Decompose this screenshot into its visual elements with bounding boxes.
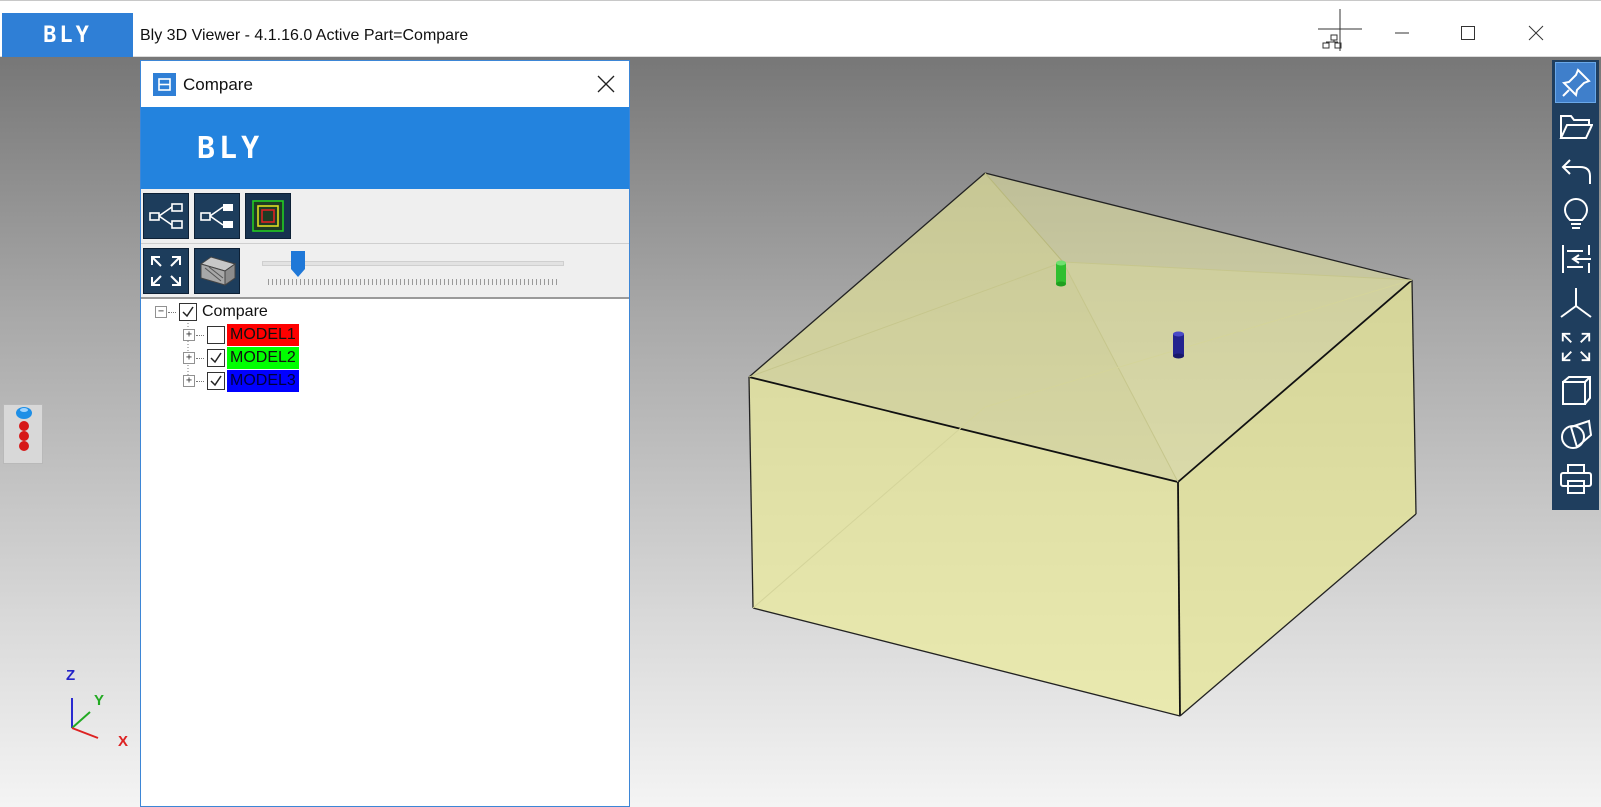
box-view-button[interactable] [1555,370,1596,411]
transparency-slider-thumb[interactable] [291,251,305,277]
tree-node-model1[interactable]: + MODEL1 [183,324,299,346]
model-tree: − Compare + MODEL1 + MODEL2 + MODEL3 [141,301,629,801]
section-box-icon [199,256,237,286]
title-bar: BLY Bly 3D Viewer - 4.1.16.0 Active Part… [0,0,1601,57]
collapse-icon[interactable]: − [155,306,167,318]
close-button[interactable] [1514,15,1558,51]
expand-icon[interactable]: + [183,329,195,341]
axis-z-label: Z [66,668,75,684]
layers-button[interactable] [245,193,291,239]
green-cylinder [1056,260,1066,287]
box-view-icon [1561,375,1591,405]
maximize-button[interactable] [1446,15,1490,51]
undo-icon [1561,158,1591,184]
tree-label-model3: MODEL3 [227,370,299,392]
fit-view-icon [151,256,181,286]
pin-icon [1561,67,1591,97]
tree-node-model2[interactable]: + MODEL2 [183,347,299,369]
checkbox-model3[interactable] [207,372,225,390]
open-file-button[interactable] [1555,106,1596,147]
expand-icon[interactable]: + [183,352,195,364]
axis-icon [1559,287,1592,318]
blue-cylinder [1173,331,1184,359]
pin-button[interactable] [1555,62,1596,103]
layers-icon [252,200,284,232]
print-button[interactable] [1555,458,1596,499]
right-toolbar [1552,60,1599,510]
fit-view-icon [1561,332,1590,361]
axis-x-label: X [118,733,128,750]
folder-open-icon [1558,114,1593,139]
compare-panel: Compare BLY − Compare + MODEL1 + MODEL2 … [140,60,630,807]
panel-close-button[interactable] [591,69,621,99]
checkbox-model2[interactable] [207,349,225,367]
compare-panel-title: Compare [183,75,253,94]
fit-all-button[interactable] [1555,326,1596,367]
app-logo: BLY [2,13,133,57]
panel-banner: BLY [141,107,629,189]
shape-icon [1560,419,1592,449]
tree-node-model3[interactable]: + MODEL3 [183,370,299,392]
align-button[interactable] [1555,238,1596,279]
panel-app-icon [153,73,176,96]
panel-banner-logo: BLY [197,130,264,166]
section-box-button[interactable] [194,248,240,294]
network-tree-icon[interactable] [1318,9,1362,51]
light-button[interactable] [1555,194,1596,235]
tree-label-compare: Compare [202,303,268,320]
tree-collapse-button[interactable] [194,193,240,239]
compare-panel-header: Compare [141,61,629,107]
align-icon [1561,244,1591,273]
axis-button[interactable] [1555,282,1596,323]
shape-button[interactable] [1555,414,1596,455]
tree-label-model1: MODEL1 [227,324,299,346]
view-indicator-widget[interactable] [3,404,43,464]
tree-expand-icon [149,203,183,229]
panel-toolbar-row-2 [141,244,629,299]
fit-view-button[interactable] [143,248,189,294]
tree-label-model2: MODEL2 [227,347,299,369]
lightbulb-icon [1563,197,1588,229]
minimize-button[interactable] [1380,15,1424,51]
expand-icon[interactable]: + [183,375,195,387]
checkbox-compare[interactable] [179,303,197,321]
axis-triad: Z Y X [60,667,140,758]
tree-collapse-icon [200,204,233,228]
close-icon [597,75,615,93]
window-title: Bly 3D Viewer - 4.1.16.0 Active Part=Com… [140,27,469,44]
transparency-slider-track[interactable] [262,261,564,266]
axis-y-label: Y [94,692,104,709]
tree-expand-button[interactable] [143,193,189,239]
tree-node-compare[interactable]: − Compare [155,301,271,323]
app-logo-text: BLY [43,22,92,48]
panel-toolbar-row-1 [141,189,629,244]
slider-ticks [268,279,558,285]
checkbox-model1[interactable] [207,326,225,344]
undo-button[interactable] [1555,150,1596,191]
print-icon [1559,463,1592,494]
